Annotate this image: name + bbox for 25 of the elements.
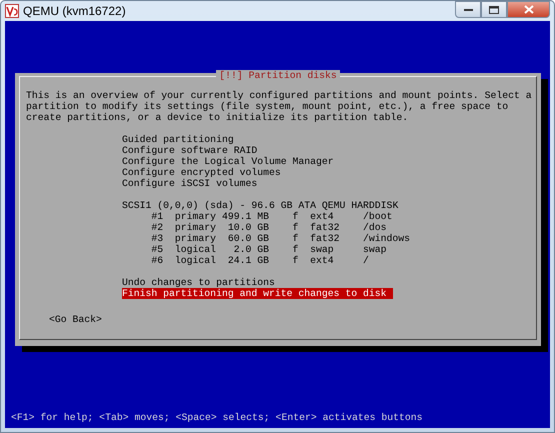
disk-item[interactable]: SCSI1 (0,0,0) (sda) - 96.6 GB ATA QEMU HARDDISK xyxy=(122,200,404,211)
window-title: QEMU (kvm16722) xyxy=(23,4,127,18)
minimize-icon xyxy=(464,8,472,12)
description-text: This is an overview of your currently configured partitions and mount points. Select a partition to modify its settings (file system, mount point, etc.), a free space to create partitions, or a device to initialize its partition table. xyxy=(26,90,533,123)
menu-item[interactable]: Undo changes to partitions xyxy=(122,277,281,288)
partition-item[interactable]: #1 primary 499.1 MB f ext4 /boot xyxy=(122,211,398,222)
close-icon xyxy=(524,5,534,14)
menu-item[interactable]: Configure the Logical Volume Manager xyxy=(122,156,340,167)
dialog-title: [!!] Partition disks xyxy=(216,70,340,81)
close-button[interactable] xyxy=(507,1,550,18)
go-back-button[interactable]: <Go Back> xyxy=(49,314,102,325)
menu-item[interactable]: Configure software RAID xyxy=(122,145,264,156)
partition-item[interactable]: #3 primary 60.0 GB f fat32 /windows xyxy=(122,233,416,244)
partition-item[interactable]: #6 logical 24.1 GB f ext4 / xyxy=(122,255,375,266)
menu-item[interactable]: Configure encrypted volumes xyxy=(122,167,287,178)
status-text: <F1> for help; <Tab> moves; <Space> selects; <Enter> activates buttons xyxy=(10,412,424,425)
app-icon xyxy=(5,4,19,18)
maximize-icon xyxy=(489,6,499,14)
maximize-button[interactable] xyxy=(481,1,507,18)
partition-item[interactable]: #5 logical 2.0 GB f swap swap xyxy=(122,244,393,255)
minimize-button[interactable] xyxy=(455,1,481,18)
menu-item[interactable]: Configure iSCSI volumes xyxy=(122,178,264,189)
menu-item[interactable]: Finish partitioning and write changes to disk xyxy=(122,288,393,299)
menu-item[interactable]: Guided partitioning xyxy=(122,134,240,145)
partition-item[interactable]: #2 primary 10.0 GB f fat32 /dos xyxy=(122,222,393,233)
